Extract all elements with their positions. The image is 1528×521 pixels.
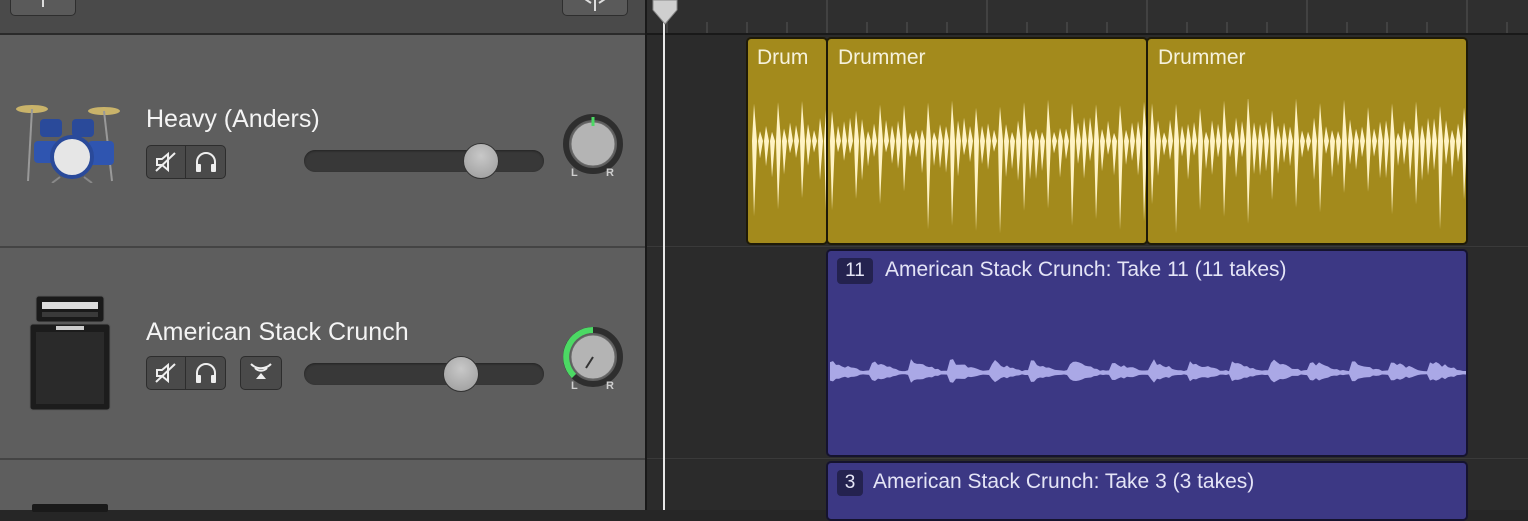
- volume-slider[interactable]: [304, 356, 544, 392]
- volume-slider[interactable]: [304, 143, 544, 179]
- take-number-badge[interactable]: 11: [837, 258, 873, 284]
- pan-right-label: R: [606, 380, 614, 392]
- track-name[interactable]: Heavy (Anders): [146, 105, 320, 134]
- amp-stack-icon: [29, 295, 111, 411]
- track-headers-panel: Heavy (Anders) L R American Stack Crunch…: [0, 0, 645, 512]
- amp-stack-icon: [32, 504, 108, 512]
- pan-right-label: R: [606, 167, 614, 179]
- input-monitoring-icon: [250, 363, 272, 379]
- lane-divider: [647, 246, 1528, 247]
- add-track-button[interactable]: [10, 0, 76, 16]
- drummer-region[interactable]: Drummer: [1146, 37, 1468, 245]
- track-name[interactable]: American Stack Crunch: [146, 318, 409, 347]
- headphones-icon: [195, 152, 216, 172]
- playhead[interactable]: [663, 14, 665, 510]
- solo-button[interactable]: [186, 356, 226, 390]
- drum-kit-icon: [16, 105, 120, 183]
- playhead-handle-icon[interactable]: [652, 0, 678, 26]
- take-folder-region[interactable]: 3 American Stack Crunch: Take 3 (3 takes…: [826, 461, 1468, 521]
- mute-icon: [155, 362, 176, 384]
- region-title: Drummer: [838, 46, 926, 69]
- take-number-badge[interactable]: 3: [837, 470, 863, 496]
- drummer-region[interactable]: Drummer: [826, 37, 1148, 245]
- catch-playhead-button[interactable]: [562, 0, 628, 16]
- volume-slider-handle[interactable]: [443, 356, 479, 392]
- track-header-partial[interactable]: [0, 460, 645, 512]
- timeline-ruler[interactable]: [647, 0, 1528, 35]
- mute-button[interactable]: [146, 145, 186, 179]
- mute-icon: [155, 151, 176, 173]
- ruler-ticks: [666, 0, 1508, 33]
- plus-icon: [42, 0, 44, 7]
- region-title: American Stack Crunch: Take 3 (3 takes): [873, 470, 1255, 493]
- drum-waveform: [1150, 99, 1466, 234]
- input-monitoring-button[interactable]: [240, 356, 282, 390]
- drum-waveform: [752, 100, 826, 217]
- track-header-american-stack-crunch[interactable]: American Stack Crunch L R: [0, 248, 645, 458]
- volume-slider-handle[interactable]: [463, 143, 499, 179]
- mute-button[interactable]: [146, 356, 186, 390]
- lane-divider: [647, 458, 1528, 459]
- track-header-heavy-anders[interactable]: Heavy (Anders) L R: [0, 35, 645, 247]
- playhead-catch-icon: [584, 0, 606, 11]
- headphones-icon: [195, 363, 216, 383]
- drum-waveform: [830, 99, 1146, 234]
- pan-left-label: L: [571, 380, 578, 392]
- drummer-region[interactable]: Drum: [746, 37, 828, 245]
- region-title: Drum: [757, 46, 809, 69]
- audio-waveform: [830, 359, 1466, 383]
- take-folder-region[interactable]: 11 American Stack Crunch: Take 11 (11 ta…: [826, 249, 1468, 457]
- track-header-toolbar: [0, 0, 645, 35]
- solo-button[interactable]: [186, 145, 226, 179]
- tracks-area[interactable]: Drum Drummer Drummer 11 American Stack C…: [645, 0, 1528, 521]
- region-title: American Stack Crunch: Take 11 (11 takes…: [885, 258, 1287, 281]
- pan-left-label: L: [571, 167, 578, 179]
- region-title: Drummer: [1158, 46, 1246, 69]
